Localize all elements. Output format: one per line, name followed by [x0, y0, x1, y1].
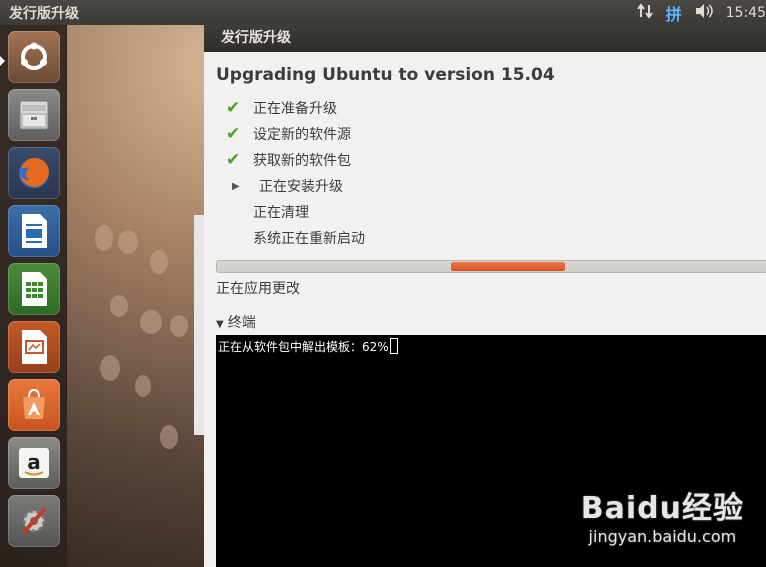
step-label: 正在清理: [253, 205, 309, 221]
checkmark-icon: ✔: [226, 98, 241, 118]
expander-arrow-icon: ▼: [216, 319, 224, 330]
step-label: 系统正在重新启动: [253, 231, 365, 247]
watermark-logo: Baidu经验: [580, 491, 744, 526]
checkmark-icon: ✔: [226, 150, 241, 170]
step-label: 设定新的软件源: [253, 127, 351, 143]
writer-icon[interactable]: [8, 205, 60, 257]
status-text: 正在应用更改: [216, 281, 300, 297]
ubuntu-dash-icon[interactable]: [8, 31, 60, 83]
grass-decoration: [170, 315, 188, 337]
system-settings-icon[interactable]: [8, 495, 60, 547]
step-item: ▶ 正在安装升级: [226, 176, 343, 196]
baidu-watermark: Baidu经验 jingyan.baidu.com: [581, 483, 744, 546]
launcher: a: [0, 25, 67, 567]
grass-decoration: [160, 425, 178, 449]
active-indicator: [0, 56, 5, 66]
grass-decoration: [118, 230, 138, 254]
grass-decoration: [95, 225, 113, 251]
grass-decoration: [135, 375, 151, 397]
network-transfer-icon[interactable]: [636, 2, 654, 23]
step-label: 正在安装升级: [259, 179, 343, 195]
upgrade-heading: Upgrading Ubuntu to version 15.04: [216, 65, 555, 85]
current-step-arrow-icon: ▶: [232, 180, 240, 192]
step-label: 获取新的软件包: [253, 153, 351, 169]
top-panel: 发行版升级 拼 15:45: [0, 0, 766, 25]
window-title-panel: 发行版升级: [9, 6, 79, 22]
firefox-icon[interactable]: [8, 147, 60, 199]
step-item: 正在清理: [226, 202, 309, 222]
system-tray: 拼 15:45: [630, 0, 766, 25]
grass-decoration: [150, 250, 168, 274]
svg-text:a: a: [27, 450, 41, 474]
progress-bar: [216, 260, 766, 273]
step-item: 系统正在重新启动: [226, 228, 365, 248]
window-titlebar[interactable]: 发行版升级: [204, 25, 766, 52]
input-method-indicator[interactable]: 拼: [666, 1, 682, 25]
impress-icon[interactable]: [8, 321, 60, 373]
grass-decoration: [100, 355, 120, 381]
step-item: ✔ 获取新的软件包: [226, 150, 351, 170]
watermark-url: jingyan.baidu.com: [588, 527, 737, 546]
terminal-line: 正在从软件包中解出模板：62%: [218, 340, 389, 354]
step-label: 正在准备升级: [253, 101, 337, 117]
window-shadow-edge: [194, 215, 204, 435]
software-center-icon[interactable]: [8, 379, 60, 431]
amazon-icon[interactable]: a: [8, 437, 60, 489]
progress-pulse: [451, 262, 565, 271]
calc-icon[interactable]: [8, 263, 60, 315]
checkmark-icon: ✔: [226, 124, 241, 144]
terminal-expander[interactable]: ▼ 终端: [216, 312, 256, 332]
volume-icon[interactable]: [694, 3, 714, 23]
step-item: ✔ 正在准备升级: [226, 98, 337, 118]
grass-decoration: [140, 310, 162, 334]
terminal-cursor: [389, 338, 398, 354]
clock[interactable]: 15:45: [726, 5, 766, 21]
step-item: ✔ 设定新的软件源: [226, 124, 351, 144]
grass-decoration: [110, 295, 128, 317]
terminal-label: 终端: [227, 315, 256, 331]
file-manager-icon[interactable]: [8, 89, 60, 141]
